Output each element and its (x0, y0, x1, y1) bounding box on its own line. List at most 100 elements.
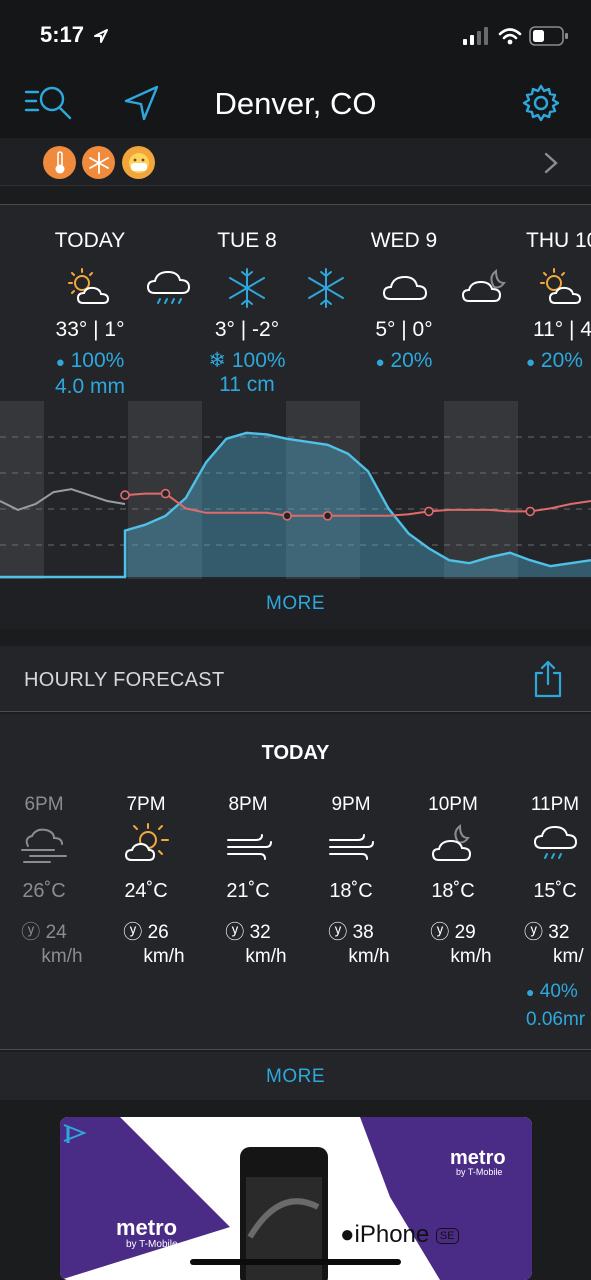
thermometer-icon[interactable] (43, 146, 76, 179)
cloud-icon (382, 275, 428, 300)
temp-point (322, 511, 333, 521)
wind-unit: km/h (348, 946, 390, 967)
snowflake-icon[interactable] (82, 146, 115, 179)
snowflake-icon (308, 268, 344, 308)
day-name: WED 9 (370, 229, 438, 252)
temp-point (424, 506, 434, 517)
apple-logo-icon: ● (340, 1221, 355, 1248)
hour-time: 9PM (331, 794, 371, 815)
settings-gear-icon[interactable] (522, 84, 560, 122)
ad-graphic (60, 1117, 532, 1280)
raindrop-icon: ● (375, 354, 385, 371)
wind-icon (329, 834, 374, 860)
night-band (0, 401, 44, 579)
day-temp: 11° | 4° (533, 318, 591, 341)
more-bar: MORE (0, 1052, 591, 1100)
wind-unit: km/h (245, 946, 287, 967)
hour-wind: ⓨ 32 km/ (524, 921, 591, 969)
day-precip: ● 20% (375, 349, 433, 372)
hour-rain: ● 40% 0.06mr (526, 978, 591, 1034)
chevron-right-icon[interactable] (543, 152, 559, 174)
hour-wind: ⓨ 38 km/h (300, 921, 402, 969)
day-column[interactable]: WED 9 (329, 229, 479, 253)
day-precip-amount: 4.0 mm (54, 375, 125, 398)
temp-point (120, 490, 130, 500)
day-temp: 33° | 1° (55, 318, 125, 341)
snowflake-icon (229, 268, 265, 308)
wifi-icon (498, 28, 522, 45)
wind-unit: km/h (143, 946, 185, 967)
hour-time: 6PM (24, 794, 64, 815)
sun-cloud-icon (540, 268, 582, 304)
hour-rain-amount: 0.06mr (526, 1009, 586, 1030)
wind-unit: km/h (450, 946, 492, 967)
wind-direction-icon: ⓨ (328, 922, 348, 943)
hour-time: 8PM (228, 794, 268, 815)
ad-brand-sub-right: by T-Mobile (456, 1167, 503, 1177)
day-temp: 3° | -2° (214, 318, 280, 341)
daily-forecast: TODAY TUE 8 WED 9 THU 10 (0, 204, 591, 629)
hour-wind: ⓨ 26 km/h (95, 921, 197, 969)
day-temp: 5° | 0° (375, 318, 433, 341)
fog-icon (21, 828, 67, 863)
wind-direction-icon: ⓨ (123, 922, 143, 943)
hour-time: 7PM (126, 794, 166, 815)
forecast-chart[interactable] (0, 401, 591, 579)
wind-unit: km/h (41, 946, 83, 967)
ad-product-badge: SE (435, 1227, 459, 1244)
alert-bar[interactable] (0, 138, 591, 186)
day-name: TODAY (54, 229, 126, 252)
moon-cloud-icon (431, 824, 472, 861)
raindrop-icon: ● (526, 354, 536, 371)
day-name: TUE 8 (217, 229, 277, 252)
signal-icon (463, 27, 488, 45)
day-name: THU 10 (526, 229, 591, 252)
hour-temp: 26˚C (22, 880, 66, 902)
temp-point (282, 511, 292, 521)
day-column[interactable]: THU 10 (486, 229, 591, 253)
wind-unit: km/ (553, 946, 584, 967)
hourly-forecast: TODAY 6PM 7PM 8PM 9PM 10PM 11PM 26˚C 24˚… (0, 714, 591, 1050)
hour-temp: 18˚C (431, 880, 475, 902)
home-indicator (190, 1259, 401, 1265)
day-column[interactable]: TODAY (15, 229, 165, 253)
day-precip: ❄ 100% 11 cm (172, 349, 322, 397)
snowflake-icon: ❄ (208, 349, 227, 372)
location-arrow-icon (94, 29, 108, 43)
temp-point (525, 506, 536, 517)
city-title[interactable]: Denver, CO (0, 86, 591, 122)
wind-direction-icon: ⓨ (225, 922, 245, 943)
ad-product: ●iPhone SE (340, 1221, 459, 1249)
day-precip-amount: 11 cm (219, 373, 275, 396)
status-time: 5:17 (40, 22, 85, 47)
hour-temp: 15˚C (533, 880, 577, 902)
ad-brand-left: metro (116, 1215, 178, 1240)
hour-time: 11PM (530, 794, 580, 815)
sun-cloud-icon (68, 268, 110, 304)
day-precip: ● 100% 4.0 mm (15, 349, 165, 399)
rain-cloud-icon (533, 825, 578, 859)
hour-wind: ⓨ 32 km/h (197, 921, 299, 969)
more-button[interactable]: MORE (0, 1066, 591, 1088)
share-icon[interactable] (533, 660, 563, 698)
hourly-title: HOURLY FORECAST (24, 669, 225, 691)
hourly-header: HOURLY FORECAST (0, 646, 591, 712)
wind-direction-icon: ⓨ (430, 922, 450, 943)
hour-wind: ⓨ 24 km/h (0, 921, 95, 969)
hour-temp: 24˚C (124, 880, 168, 902)
hour-wind: ⓨ 29 km/h (402, 921, 504, 969)
raindrop-icon: ● (526, 984, 535, 1000)
raindrop-icon: ● (55, 354, 65, 371)
wind-direction-icon: ⓨ (21, 922, 41, 943)
ad-banner[interactable]: metro by T-Mobile metro by T-Mobile ●iPh… (60, 1117, 532, 1280)
hourly-day-label: TODAY (261, 742, 330, 764)
battery-icon (529, 26, 568, 46)
day-column[interactable]: TUE 8 (172, 229, 322, 253)
mask-face-icon[interactable] (122, 146, 155, 179)
hour-temp: 21˚C (226, 880, 270, 902)
wind-icon (227, 834, 272, 860)
more-button[interactable]: MORE (0, 593, 591, 615)
day-precip: ● 20% (526, 349, 583, 372)
ad-brand-sub: by T-Mobile (126, 1239, 178, 1250)
wind-direction-icon: ⓨ (524, 922, 544, 943)
